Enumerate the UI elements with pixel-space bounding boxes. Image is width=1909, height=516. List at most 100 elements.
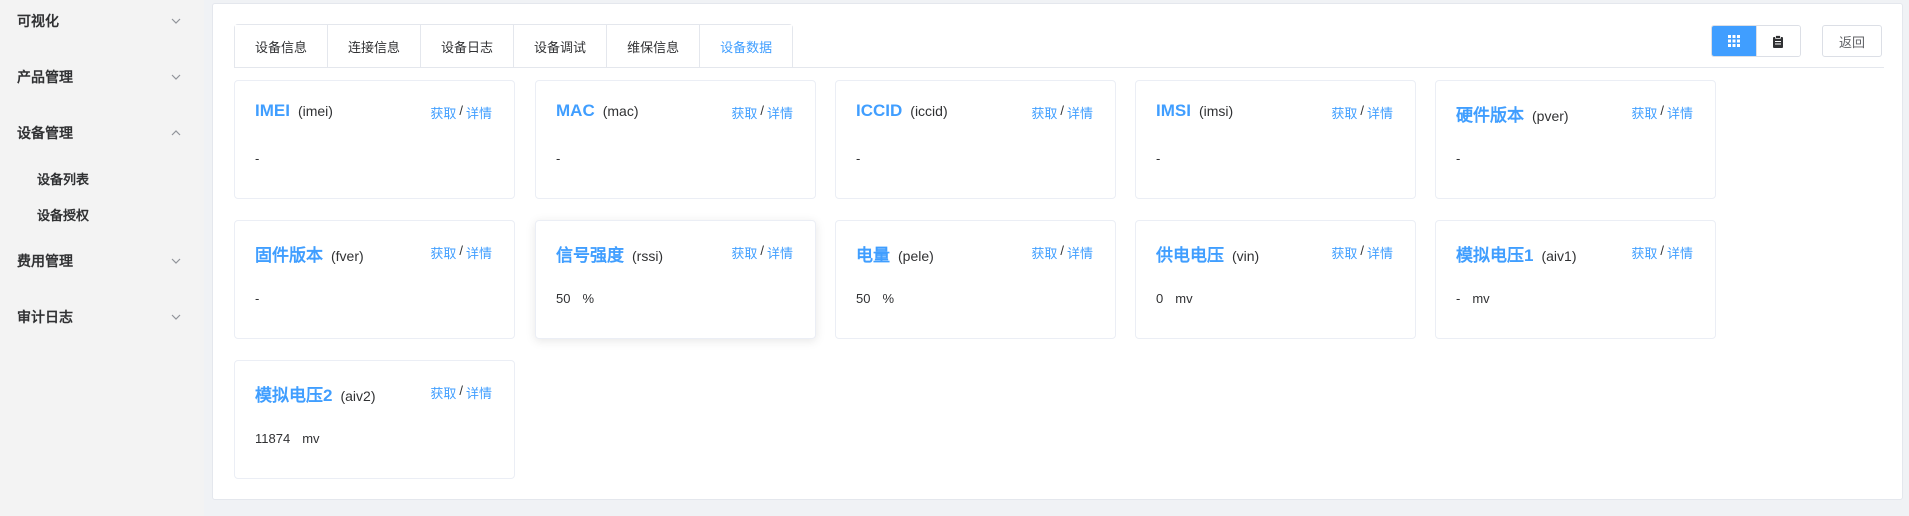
detail-link[interactable]: 详情 xyxy=(466,243,492,262)
data-card-rssi: 信号强度 (rssi) 获取 / 详情 50 % xyxy=(535,220,816,339)
tab-label: 设备信息 xyxy=(255,39,308,55)
card-value: 50 % xyxy=(556,291,594,306)
menu-visualization[interactable]: 可视化 xyxy=(0,1,204,41)
view-toggle xyxy=(1711,25,1801,57)
card-value: 11874 mv xyxy=(255,431,320,446)
fetch-link[interactable]: 获取 xyxy=(1031,103,1057,122)
value-text: 11874 xyxy=(255,431,291,446)
fetch-link[interactable]: 获取 xyxy=(1631,103,1657,122)
sidebar-item-device-list[interactable]: 设备列表 xyxy=(0,163,204,193)
menu-label: 产品管理 xyxy=(17,69,73,85)
card-actions: 获取 / 详情 xyxy=(430,243,492,262)
main-panel: 设备信息 连接信息 设备日志 设备调试 维保信息 设备数据 返回 IMEI (i… xyxy=(212,3,1903,500)
card-name: 模拟电压2 xyxy=(255,386,333,405)
data-card-imsi: IMSI (imsi) 获取 / 详情 - xyxy=(1135,80,1416,199)
value-text: - xyxy=(556,151,561,166)
fetch-link[interactable]: 获取 xyxy=(1331,103,1357,122)
tab-maintenance-info[interactable]: 维保信息 xyxy=(606,25,700,67)
back-button[interactable]: 返回 xyxy=(1822,25,1882,57)
tab-label: 连接信息 xyxy=(348,39,401,55)
sidebar-item-device-auth[interactable]: 设备授权 xyxy=(0,199,204,229)
data-card-aiv1: 模拟电压1 (aiv1) 获取 / 详情 - mv xyxy=(1435,220,1716,339)
fetch-link[interactable]: 获取 xyxy=(1031,243,1057,262)
separator: / xyxy=(459,103,463,118)
value-text: - xyxy=(856,151,861,166)
card-value: - xyxy=(255,291,271,306)
fetch-link[interactable]: 获取 xyxy=(1631,243,1657,262)
card-title: MAC (mac) xyxy=(556,101,639,121)
fetch-link[interactable]: 获取 xyxy=(430,103,456,122)
tab-label: 维保信息 xyxy=(627,39,680,55)
separator: / xyxy=(1360,243,1364,258)
tab-device-data[interactable]: 设备数据 xyxy=(699,25,793,67)
value-text: - xyxy=(1456,151,1461,166)
card-title: IMEI (imei) xyxy=(255,101,333,121)
card-value: 0 mv xyxy=(1156,291,1193,306)
card-key: (vin) xyxy=(1232,248,1260,264)
detail-link[interactable]: 详情 xyxy=(1667,243,1693,262)
detail-link[interactable]: 详情 xyxy=(1067,103,1093,122)
detail-link[interactable]: 详情 xyxy=(1067,243,1093,262)
value-unit: mv xyxy=(302,431,320,446)
fetch-link[interactable]: 获取 xyxy=(430,243,456,262)
card-key: (mac) xyxy=(602,103,639,119)
card-title: IMSI (imsi) xyxy=(1156,101,1233,121)
fetch-link[interactable]: 获取 xyxy=(731,103,757,122)
detail-link[interactable]: 详情 xyxy=(767,243,793,262)
list-view-button[interactable] xyxy=(1755,26,1800,56)
value-text: - xyxy=(255,151,260,166)
tab-device-info[interactable]: 设备信息 xyxy=(235,25,328,67)
card-title: 信号强度 (rssi) xyxy=(556,241,663,266)
detail-link[interactable]: 详情 xyxy=(767,103,793,122)
fetch-link[interactable]: 获取 xyxy=(731,243,757,262)
fetch-link[interactable]: 获取 xyxy=(430,383,456,402)
card-key: (aiv2) xyxy=(340,388,376,404)
data-card-fver: 固件版本 (fver) 获取 / 详情 - xyxy=(234,220,515,339)
card-name: 硬件版本 xyxy=(1456,106,1524,125)
data-card-imei: IMEI (imei) 获取 / 详情 - xyxy=(234,80,515,199)
card-value: - xyxy=(856,151,872,166)
menu-fee-management[interactable]: 费用管理 xyxy=(0,241,204,281)
tab-device-log[interactable]: 设备日志 xyxy=(420,25,514,67)
menu-audit-log[interactable]: 审计日志 xyxy=(0,297,204,337)
card-key: (fver) xyxy=(331,248,364,264)
data-card-mac: MAC (mac) 获取 / 详情 - xyxy=(535,80,816,199)
tab-device-debug[interactable]: 设备调试 xyxy=(513,25,607,67)
card-key: (imsi) xyxy=(1198,103,1234,119)
value-text: 50 xyxy=(856,291,871,306)
card-actions: 获取 / 详情 xyxy=(430,383,492,402)
value-text: 0 xyxy=(1156,291,1164,306)
card-title: 模拟电压2 (aiv2) xyxy=(255,381,375,406)
grid-view-button[interactable] xyxy=(1712,26,1756,56)
menu-label: 可视化 xyxy=(17,13,59,29)
detail-link[interactable]: 详情 xyxy=(466,103,492,122)
menu-device-management[interactable]: 设备管理 xyxy=(0,113,204,153)
detail-link[interactable]: 详情 xyxy=(1667,103,1693,122)
separator: / xyxy=(1360,103,1364,118)
tab-divider xyxy=(234,67,1884,68)
card-actions: 获取 / 详情 xyxy=(1631,243,1693,262)
detail-link[interactable]: 详情 xyxy=(1367,243,1393,262)
card-actions: 获取 / 详情 xyxy=(1631,103,1693,122)
chevron-down-icon xyxy=(171,314,181,320)
value-text: - xyxy=(1456,291,1461,306)
data-card-aiv2: 模拟电压2 (aiv2) 获取 / 详情 11874 mv xyxy=(234,360,515,479)
separator: / xyxy=(760,103,764,118)
card-key: (rssi) xyxy=(632,248,664,264)
tab-label: 设备调试 xyxy=(534,39,587,55)
card-title: 模拟电压1 (aiv1) xyxy=(1456,241,1576,266)
separator: / xyxy=(760,243,764,258)
card-key: (imei) xyxy=(297,103,333,119)
card-key: (iccid) xyxy=(910,103,948,119)
tab-connection-info[interactable]: 连接信息 xyxy=(327,25,421,67)
detail-link[interactable]: 详情 xyxy=(1367,103,1393,122)
chevron-up-icon xyxy=(171,130,181,136)
fetch-link[interactable]: 获取 xyxy=(1331,243,1357,262)
menu-product-management[interactable]: 产品管理 xyxy=(0,57,204,97)
menu-label: 审计日志 xyxy=(17,309,73,325)
data-card-pver: 硬件版本 (pver) 获取 / 详情 - xyxy=(1435,80,1716,199)
detail-link[interactable]: 详情 xyxy=(466,383,492,402)
card-name: 信号强度 xyxy=(556,246,624,265)
card-name: 电量 xyxy=(856,246,890,265)
card-name: 供电电压 xyxy=(1156,246,1224,265)
